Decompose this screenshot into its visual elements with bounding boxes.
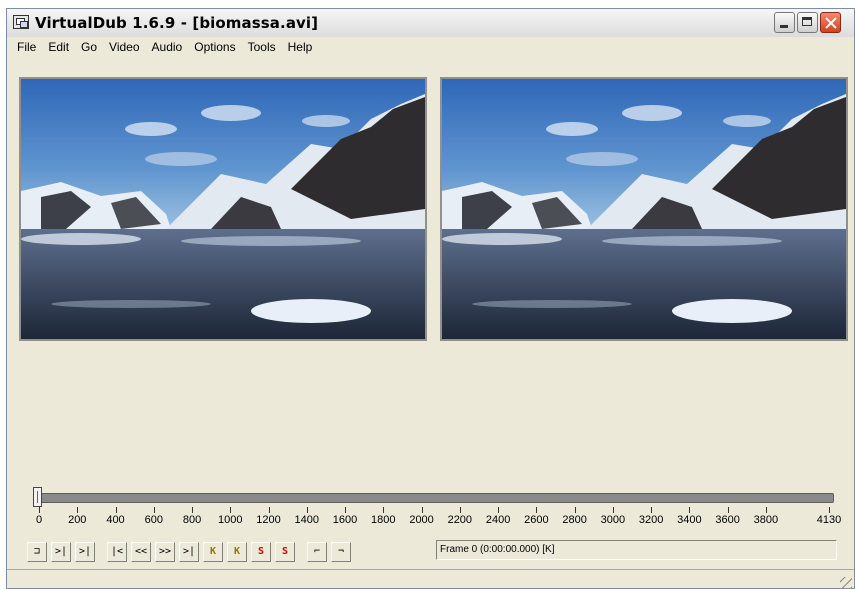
prev-keyframe-icon[interactable]: K — [203, 542, 223, 562]
end-icon[interactable]: >| — [179, 542, 199, 562]
timeline-tick-label: 1600 — [332, 514, 358, 526]
timeline-tick — [153, 507, 155, 513]
menu-help[interactable]: Help — [282, 38, 319, 58]
play-output-icon[interactable]: >| — [75, 542, 95, 562]
next-keyframe-icon[interactable]: K — [227, 542, 247, 562]
timeline-tick-label: 400 — [106, 514, 125, 526]
timeline-tick-label: 1400 — [294, 514, 320, 526]
timeline-tick — [306, 507, 308, 513]
timeline-tick — [192, 507, 194, 513]
timeline-tick-label: 600 — [144, 514, 163, 526]
timeline-tick — [345, 507, 347, 513]
menu-edit[interactable]: Edit — [42, 38, 75, 58]
timeline-tick — [536, 507, 538, 513]
timeline-tick-label: 1800 — [371, 514, 396, 526]
prev-frame-icon[interactable]: << — [131, 542, 151, 562]
timeline-tick-label: 2800 — [562, 514, 587, 526]
app-icon[interactable] — [13, 15, 29, 29]
timeline-tick-label: 3200 — [638, 514, 664, 526]
timeline-tick — [383, 507, 385, 513]
minimize-button[interactable] — [774, 12, 795, 33]
menu-bar: File Edit Go Video Audio Options Tools H… — [7, 38, 854, 58]
timeline-track[interactable] — [36, 493, 834, 503]
timeline-tick-label: 3600 — [715, 514, 740, 526]
timeline-tick-label: 1200 — [256, 514, 281, 526]
start-icon[interactable]: |< — [107, 542, 127, 562]
stop-icon[interactable]: ⊐ — [27, 542, 47, 562]
timeline-tick — [612, 507, 614, 513]
menu-options[interactable]: Options — [188, 38, 241, 58]
status-bar — [7, 569, 854, 588]
timeline-thumb[interactable] — [33, 487, 42, 507]
timeline-tick-label: 800 — [182, 514, 202, 526]
timeline-tick — [498, 507, 500, 513]
timeline-tick-label: 200 — [68, 514, 87, 526]
mark-in-icon[interactable]: ⌐ — [307, 542, 327, 562]
play-input-icon[interactable]: >| — [51, 542, 71, 562]
timeline-tick-label: 2000 — [409, 514, 434, 526]
timeline-tick — [829, 507, 830, 513]
timeline-tick — [574, 507, 576, 513]
timeline-tick — [421, 507, 423, 513]
menu-video[interactable]: Video — [103, 38, 145, 58]
frame-position-field: Frame 0 (0:00:00.000) [K] — [436, 540, 837, 560]
virtualdub-window: VirtualDub 1.6.9 - [biomassa.avi] File E… — [6, 8, 855, 589]
output-video-frame — [442, 79, 846, 339]
timeline-tick — [230, 507, 232, 513]
resize-grip-icon[interactable] — [840, 577, 852, 588]
timeline-tick — [689, 507, 691, 513]
output-video-pane[interactable] — [440, 77, 848, 341]
menu-audio[interactable]: Audio — [146, 38, 189, 58]
input-video-pane[interactable] — [19, 77, 427, 341]
maximize-button[interactable] — [797, 12, 818, 33]
next-scene-icon[interactable]: S — [275, 542, 295, 562]
prev-scene-icon[interactable]: S — [251, 542, 271, 562]
timeline-tick — [765, 507, 767, 513]
menu-go[interactable]: Go — [75, 38, 103, 58]
timeline-tick-label: 3800 — [753, 514, 779, 526]
mark-out-icon[interactable]: ¬ — [331, 542, 351, 562]
title-bar[interactable]: VirtualDub 1.6.9 - [biomassa.avi] — [7, 9, 854, 37]
timeline-tick — [39, 507, 40, 513]
window-title: VirtualDub 1.6.9 - [biomassa.avi] — [35, 14, 319, 32]
timeline-tick-label: 1000 — [218, 514, 243, 526]
input-video-frame — [21, 79, 425, 339]
timeline-tick-label: 3000 — [600, 514, 626, 526]
timeline-tick — [268, 507, 270, 513]
timeline-tick-label: 2400 — [485, 514, 511, 526]
timeline-tick — [459, 507, 461, 513]
timeline-tick-label: 4130 — [816, 514, 842, 526]
timeline-tick-label: 2600 — [524, 514, 549, 526]
timeline-tick — [115, 507, 117, 513]
menu-file[interactable]: File — [11, 38, 42, 58]
close-button[interactable] — [820, 12, 841, 33]
timeline-tick — [77, 507, 79, 513]
timeline-tick-label: 0 — [35, 514, 43, 526]
menu-tools[interactable]: Tools — [242, 38, 282, 58]
timeline-tick-label: 2200 — [447, 514, 473, 526]
timeline-tick — [727, 507, 729, 513]
timeline-tick — [651, 507, 653, 513]
timeline-tick-label: 3400 — [677, 514, 702, 526]
next-frame-icon[interactable]: >> — [155, 542, 175, 562]
